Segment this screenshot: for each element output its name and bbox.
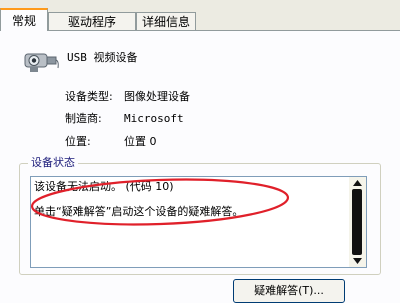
device-status-title: 设备状态 bbox=[28, 155, 78, 170]
device-name: USB 视频设备 bbox=[67, 51, 138, 64]
tab-general[interactable]: 常规 bbox=[0, 8, 48, 31]
tab-driver[interactable]: 驱动程序 bbox=[48, 12, 136, 30]
device-type-label: 设备类型: bbox=[65, 90, 113, 103]
location-value: 位置 0 bbox=[124, 135, 157, 148]
scroll-thumb[interactable] bbox=[352, 189, 362, 255]
status-hint: 单击“疑难解答”启动这个设备的疑难解答。 bbox=[34, 205, 244, 218]
device-type-value: 图像处理设备 bbox=[124, 90, 190, 103]
status-message: 该设备无法启动。 (代码 10) bbox=[34, 180, 174, 193]
manufacturer-label: 制造商: bbox=[65, 112, 102, 125]
scroll-up-icon[interactable] bbox=[349, 177, 366, 189]
troubleshoot-button[interactable]: 疑难解答(T)... bbox=[233, 279, 345, 303]
manufacturer-value: Microsoft bbox=[124, 112, 184, 125]
status-scrollbar[interactable] bbox=[349, 177, 366, 267]
location-label: 位置: bbox=[65, 135, 91, 148]
tab-details[interactable]: 详细信息 bbox=[136, 12, 196, 30]
scroll-down-icon[interactable] bbox=[349, 255, 366, 267]
webcam-icon bbox=[24, 53, 59, 72]
tab-divider bbox=[0, 30, 400, 31]
